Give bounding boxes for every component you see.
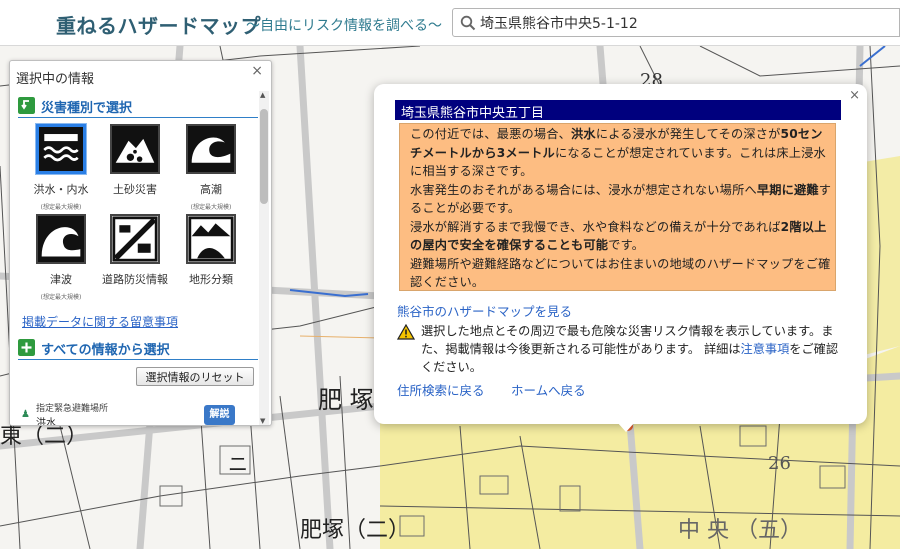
risk-text-segment: です。 <box>608 238 645 252</box>
hazard-type-section-label: 災害種別で選択 <box>41 101 133 116</box>
risk-text-segment: この付近では、最悪の場合、 <box>410 127 572 141</box>
map-label-koizuka: 肥 塚 <box>318 386 374 414</box>
risk-popup: × 埼玉県熊谷市中央五丁目 この付近では、最悪の場合、洪水による浸水が発生してそ… <box>374 84 867 424</box>
city-hazard-map-link[interactable]: 熊谷市のハザードマップを見る <box>397 301 572 320</box>
explain-button[interactable]: 解説 <box>204 405 235 425</box>
risk-text-segment: 浸水が解消するまで我慢でき、水や食料などの備えが十分であれば <box>410 219 781 234</box>
app-title[interactable]: 重ねるハザードマップ <box>56 10 261 39</box>
caution-link[interactable]: 注意事項 <box>741 342 790 356</box>
risk-text-segment: 避難場所や避難経路などについてはお住まいの地域のハザードマップをご確認ください。 <box>410 256 831 290</box>
hazard-storm-surge-note: (想定最大規模) <box>190 204 232 211</box>
layer-row-evacuation-site[interactable]: ♟ 指定緊急避難場所 洪水 解説 <box>18 399 254 426</box>
hazard-storm-surge-label: 高潮 <box>200 183 222 196</box>
popup-pointer <box>617 422 635 432</box>
map-label-block-26: 26 <box>768 453 791 474</box>
storm-surge-icon <box>186 124 236 174</box>
hazard-tsunami-label: 津波 <box>50 273 72 286</box>
risk-text-segment: 水害発生のおそれがある場合には、浸水が想定されない場所へ <box>410 182 757 197</box>
popup-close-button[interactable]: × <box>849 88 860 103</box>
scroll-up-icon[interactable]: ▲ <box>260 91 265 99</box>
terrain-icon <box>186 214 236 264</box>
risk-text-emphasis: 早期に避難 <box>756 182 819 197</box>
scroll-down-icon[interactable]: ▼ <box>260 417 265 425</box>
data-notes-link[interactable]: 掲載データに関する留意事項 <box>22 313 178 330</box>
hazard-road[interactable]: 道路防災情報 <box>96 214 174 287</box>
back-to-address-search-link[interactable]: 住所検索に戻る <box>397 380 485 399</box>
popup-title: 埼玉県熊谷市中央五丁目 <box>395 100 841 121</box>
scroll-thumb[interactable] <box>260 109 268 204</box>
panel-title: 選択中の情報 <box>16 72 95 87</box>
app-subtitle: ～自由にリスク情報を調べる～ <box>246 18 442 34</box>
risk-text-segment: による浸水が発生してその深さが <box>595 127 781 141</box>
hazard-landslide[interactable]: 土砂災害 <box>96 124 174 197</box>
select-arrow-icon <box>18 97 35 114</box>
evacuation-icon: ♟ <box>21 409 30 420</box>
warning-icon <box>397 324 415 340</box>
search-icon <box>460 15 476 31</box>
search-box[interactable] <box>452 8 900 37</box>
reset-selection-button[interactable]: 選択情報のリセット <box>136 367 254 386</box>
search-input[interactable] <box>480 12 890 34</box>
all-info-section-label: すべての情報から選択 <box>41 343 170 358</box>
panel-scrollbar[interactable]: ▲ ▼ <box>259 91 269 425</box>
hazard-terrain-label: 地形分類 <box>189 273 233 286</box>
hazard-type-section[interactable]: 災害種別で選択 <box>18 96 258 118</box>
hazard-storm-surge[interactable]: 高潮 (想定最大規模) <box>172 124 250 211</box>
hazard-flood-note: (想定最大規模) <box>40 204 82 211</box>
hazard-tsunami-note: (想定最大規模) <box>40 294 82 301</box>
back-to-home-link[interactable]: ホームへ戻る <box>511 380 586 399</box>
risk-info-box: この付近では、最悪の場合、洪水による浸水が発生してその深さが50センチメートルか… <box>399 123 836 291</box>
map-label-koizuka-2: 肥塚（二） <box>300 518 411 543</box>
tsunami-icon <box>36 214 86 264</box>
hazard-tsunami[interactable]: 津波 (想定最大規模) <box>22 214 100 301</box>
hazard-terrain[interactable]: 地形分類 <box>172 214 250 287</box>
map-label-chuo-5: 中 央 （五） <box>678 518 802 543</box>
hazard-flood[interactable]: 洪水・内水 (想定最大規模) <box>22 123 100 211</box>
layer-sub: 洪水 <box>36 418 56 426</box>
hazard-road-label: 道路防災情報 <box>102 273 168 286</box>
disclaimer-text: 選択した地点とその周辺で最も危険な災害リスク情報を表示しています。また、掲載情報… <box>421 322 841 376</box>
risk-text: この付近では、最悪の場合、洪水による浸水が発生してその深さが50センチメートルか… <box>410 125 835 292</box>
all-info-section[interactable]: すべての情報から選択 <box>18 338 258 360</box>
plus-icon <box>18 339 35 356</box>
header-bar: 重ねるハザードマップ ～自由にリスク情報を調べる～ <box>0 0 900 46</box>
road-disaster-icon <box>110 214 160 264</box>
layer-name: 指定緊急避難場所 <box>36 404 109 414</box>
risk-text-emphasis: 洪水 <box>571 127 596 141</box>
panel-close-button[interactable]: × <box>251 63 263 79</box>
hazard-landslide-label: 土砂災害 <box>113 183 157 196</box>
selected-info-panel: 選択中の情報 × 災害種別で選択 洪水・内水 (想定最大規模) 土砂災害 高潮 … <box>9 60 272 426</box>
landslide-icon <box>110 124 160 174</box>
flood-icon <box>35 123 87 175</box>
map-label-ni: ニ <box>228 452 248 476</box>
hazard-flood-label: 洪水・内水 <box>33 183 89 196</box>
